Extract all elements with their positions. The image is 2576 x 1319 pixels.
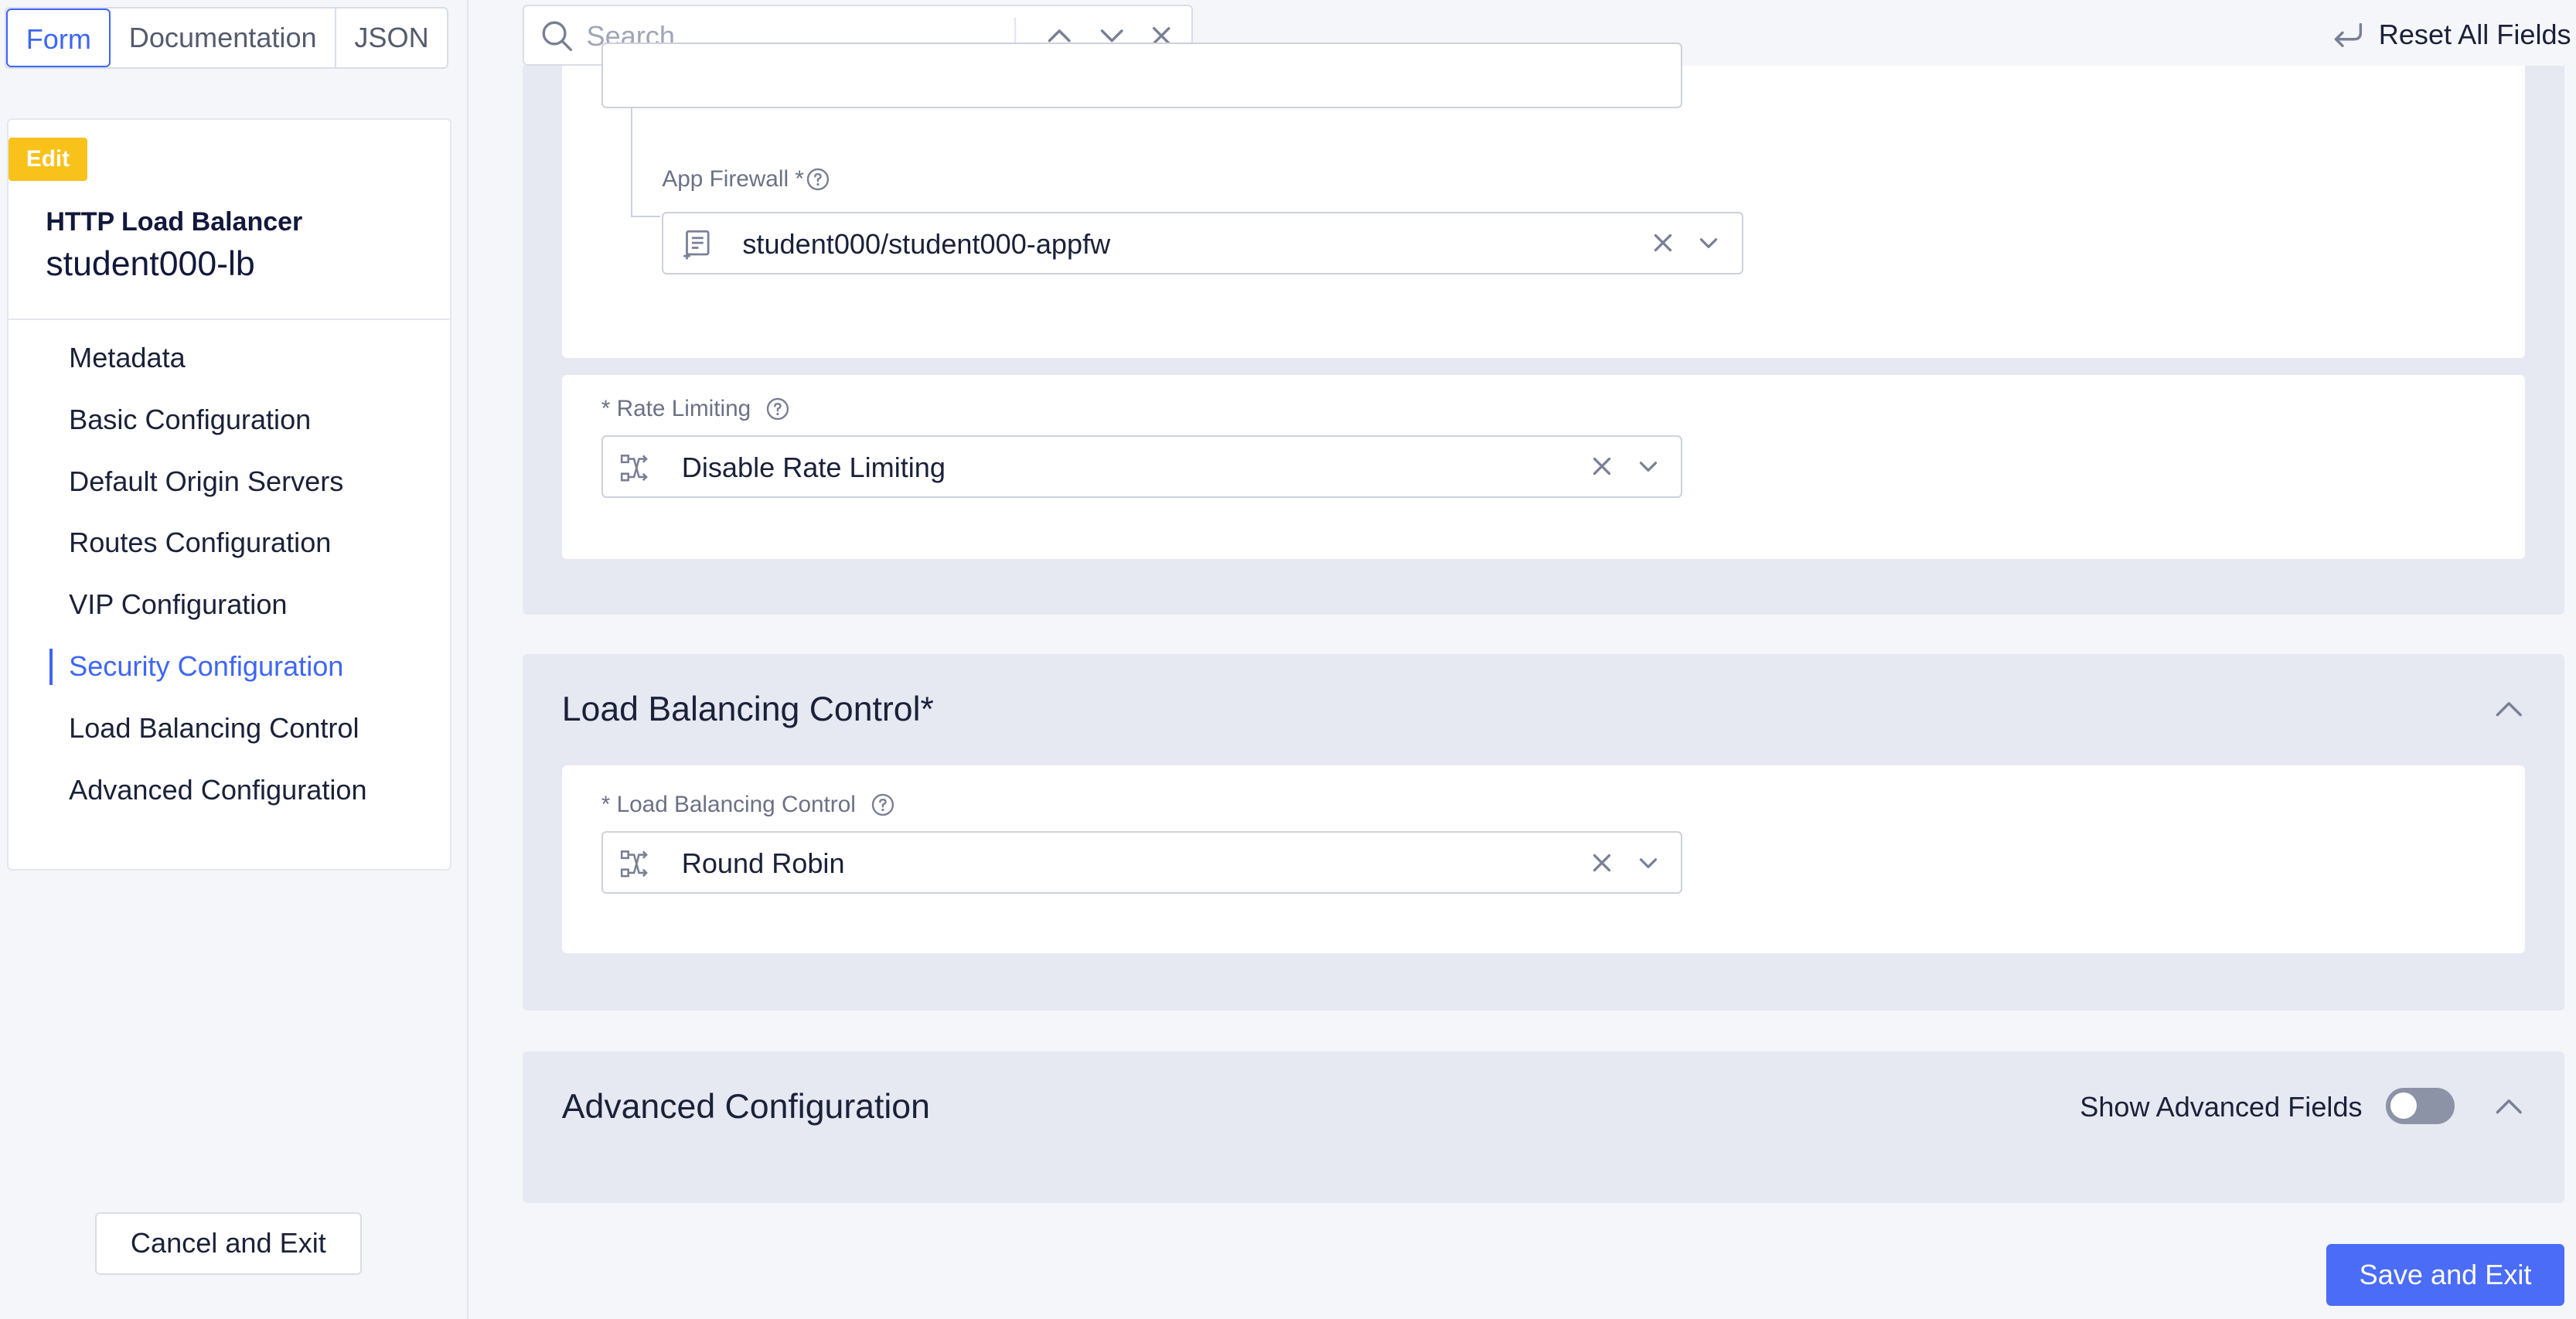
undo-icon [2334,23,2363,48]
chevron-up-icon[interactable] [2493,694,2526,727]
tab-form[interactable]: Form [6,8,111,68]
nav-item-security-configuration[interactable]: Security Configuration [9,636,451,697]
rate-limiting-label-text: * Rate Limiting [601,396,751,422]
reset-all-fields-button[interactable]: Reset All Fields [2329,15,2571,54]
nav-item-default-origin-servers[interactable]: Default Origin Servers [9,451,451,513]
section-title: Load Balancing Control* [562,690,934,729]
clear-icon[interactable] [1589,850,1615,876]
branch-choice-icon [620,850,648,878]
nav-item-vip-configuration[interactable]: VIP Configuration [9,574,451,636]
show-advanced-fields-label: Show Advanced Fields [2080,1091,2363,1123]
partially-visible-field[interactable] [601,43,1682,109]
load-balancing-label-text: * Load Balancing Control [601,792,856,818]
object-kind: HTTP Load Balancer [46,206,303,237]
advanced-configuration-section: Advanced Configuration Show Advanced Fie… [522,1051,2565,1203]
section-title-text: Load Balancing Control [561,690,921,728]
toggle-knob [2390,1092,2417,1120]
required-mark: * [920,690,934,728]
help-icon[interactable] [765,397,790,421]
app-firewall-card: App Firewall * student000/student000-app… [561,43,2526,359]
object-name: student000-lb [46,244,255,283]
view-tabs: Form Documentation JSON [5,6,449,70]
nav-item-basic-configuration[interactable]: Basic Configuration [9,389,451,451]
clear-icon[interactable] [1589,453,1615,479]
load-balancing-select[interactable]: Round Robin [601,831,1682,894]
help-icon[interactable] [871,792,895,817]
help-icon[interactable] [806,167,830,192]
branch-choice-icon [620,455,648,482]
section-nav: Metadata Basic Configuration Default Ori… [9,327,451,821]
object-card: Edit HTTP Load Balancer student000-lb Me… [6,118,452,871]
tree-connector [631,108,661,217]
cancel-and-exit-button[interactable]: Cancel and Exit [95,1212,362,1275]
app-firewall-select[interactable]: student000/student000-appfw [662,212,1743,274]
app-firewall-value: student000/student000-appfw [742,228,1111,261]
load-balancing-card: * Load Balancing Control Round Robin [561,765,2526,953]
document-list-icon [683,230,710,260]
rate-limiting-card: * Rate Limiting Disable Rate Limiting [561,374,2526,559]
nav-item-load-balancing-control[interactable]: Load Balancing Control [9,697,451,759]
security-configuration-section: App Firewall * student000/student000-app… [522,43,2565,615]
app-firewall-label: App Firewall * [662,166,830,193]
load-balancing-label: * Load Balancing Control [601,792,895,818]
tab-json[interactable]: JSON [336,9,447,68]
tab-documentation[interactable]: Documentation [111,8,336,68]
load-balancing-control-section: Load Balancing Control* * Load Balancing… [522,653,2565,1011]
divider [8,319,451,321]
load-balancing-value: Round Robin [681,847,845,880]
form-editor: Form Documentation JSON Edit HTTP Load B… [0,0,2576,1319]
chevron-up-icon[interactable] [2493,1091,2526,1124]
sidebar: Form Documentation JSON Edit HTTP Load B… [0,0,469,1319]
chevron-down-icon[interactable] [1635,850,1661,876]
edit-badge: Edit [8,138,88,181]
nav-item-routes-configuration[interactable]: Routes Configuration [9,512,451,574]
chevron-down-icon[interactable] [1695,230,1722,256]
section-title: Advanced Configuration [561,1087,930,1126]
reset-all-fields-label: Reset All Fields [2378,18,2571,50]
nav-item-advanced-configuration[interactable]: Advanced Configuration [9,759,451,821]
clear-icon[interactable] [1650,230,1676,256]
app-firewall-label-text: App Firewall * [662,165,804,192]
rate-limiting-value: Disable Rate Limiting [681,452,946,484]
search-icon [542,21,573,52]
rate-limiting-select[interactable]: Disable Rate Limiting [601,435,1682,498]
chevron-down-icon[interactable] [1635,453,1661,479]
show-advanced-fields-toggle[interactable] [2385,1087,2455,1124]
save-and-exit-button[interactable]: Save and Exit [2326,1243,2565,1307]
rate-limiting-label: * Rate Limiting [601,396,790,422]
nav-item-metadata[interactable]: Metadata [9,327,451,389]
